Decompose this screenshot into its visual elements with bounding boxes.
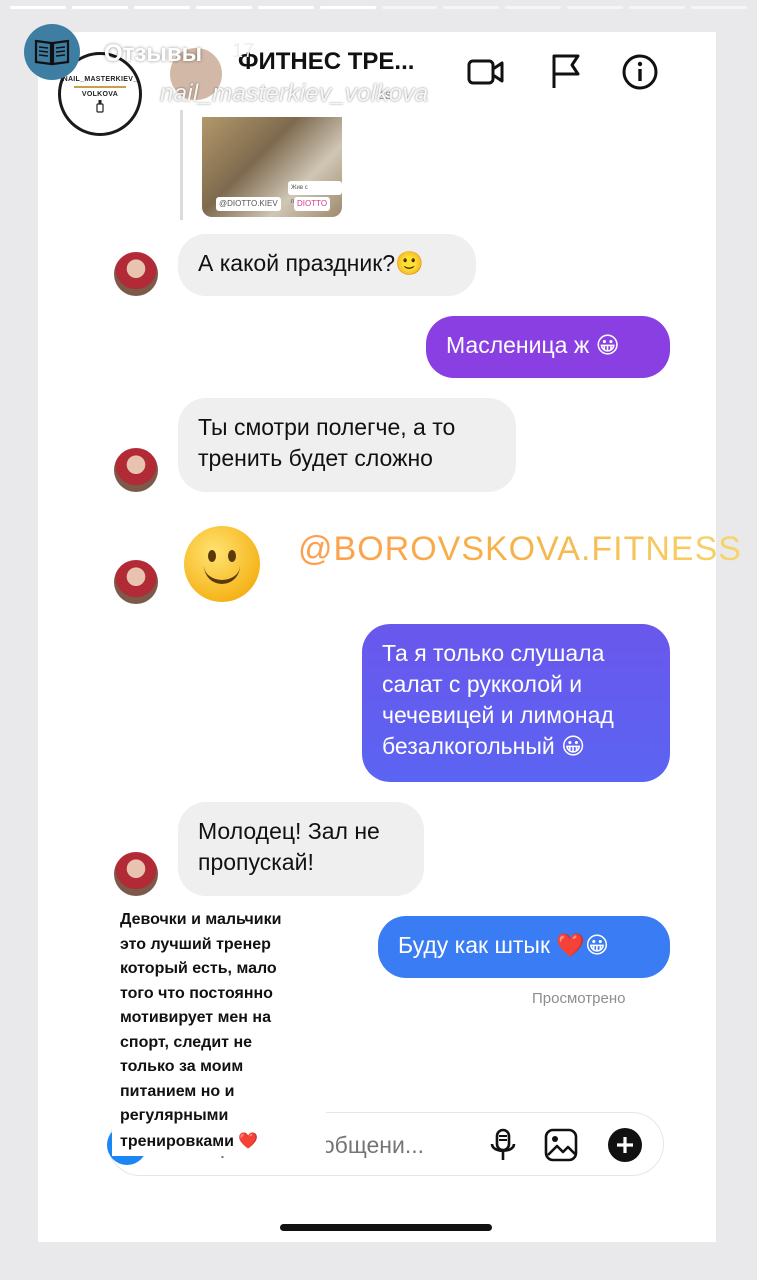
message-line: тренить будет сложно — [198, 445, 433, 471]
reply-bar — [180, 110, 183, 220]
message-text: Масленица ж — [446, 332, 590, 358]
heart-emoji-icon: ❤️ — [238, 1130, 259, 1150]
post-tag: @DIOTTO.KIEV — [216, 197, 281, 211]
message-bubble-incoming[interactable]: Ты смотри полегче, а то тренить будет сл… — [178, 398, 516, 492]
story-timestamp: 17 — [232, 40, 255, 62]
message-bubble-incoming[interactable]: Молодец! Зал не пропускай! — [178, 802, 424, 896]
progress-segment — [10, 6, 66, 9]
message-text: А какой праздник? — [198, 250, 396, 276]
brand-line-1: NAIL_MASTERKIEV_ — [62, 76, 138, 83]
plus-icon[interactable] — [607, 1127, 643, 1163]
message-line: безалкогольный — [382, 733, 555, 759]
overlay-line: Девочки и мальчики — [120, 911, 282, 928]
chat-title[interactable]: ФИТНЕС ТРЕ... — [238, 48, 414, 76]
video-camera-icon[interactable] — [466, 52, 506, 92]
review-overlay-text: Девочки и мальчики это лучший тренер кот… — [112, 906, 326, 1156]
smile-emoji-icon: 🙂 — [395, 251, 424, 277]
gallery-icon[interactable] — [543, 1127, 579, 1163]
message-bubble-incoming[interactable]: А какой праздник?🙂 — [178, 234, 476, 296]
message-line: пропускай! — [198, 849, 314, 875]
message-line: чечевицей и лимонад — [382, 702, 614, 728]
progress-segment — [71, 6, 128, 9]
progress-segment — [319, 6, 376, 9]
message-text: Буду как штык — [398, 932, 551, 958]
info-icon[interactable] — [620, 52, 660, 92]
overlay-line: который есть, мало — [120, 960, 277, 977]
contact-avatar[interactable] — [114, 852, 158, 896]
overlay-line: того что постоянно — [120, 984, 273, 1002]
overlay-line: тренировками — [120, 1132, 234, 1150]
post-tag: Жив с праздником — [288, 181, 342, 205]
grin-emoji-icon: 😀 — [561, 734, 586, 760]
message-bubble-outgoing[interactable]: Та я только слушала салат с рукколой и ч… — [362, 624, 670, 782]
message-bubble-outgoing[interactable]: Масленица ж 😀 — [426, 316, 670, 378]
story-username[interactable]: nail_masterkiev_volkova — [160, 80, 428, 108]
shared-story-preview[interactable]: @DIOTTO.KIEV Жив с праздником DIOTTO — [202, 117, 342, 217]
big-smile-emoji-icon[interactable] — [184, 526, 260, 602]
message-line: Молодец! Зал не — [198, 818, 380, 844]
progress-segment — [381, 6, 438, 9]
seen-status: Просмотрено — [532, 990, 626, 1007]
progress-segment — [567, 6, 624, 9]
flag-icon[interactable] — [546, 52, 586, 92]
progress-segment — [195, 6, 252, 9]
home-indicator[interactable] — [280, 1224, 492, 1231]
progress-segment — [133, 6, 190, 9]
contact-avatar[interactable] — [114, 560, 158, 604]
brand-line-2: VOLKOVA — [81, 91, 119, 98]
grin-emoji-icon: 😀 — [595, 333, 620, 359]
heart-grin-emoji-icon: ❤️😀 — [556, 933, 610, 959]
nail-polish-icon — [96, 100, 104, 113]
overlay-line: только за моим — [120, 1058, 244, 1075]
message-line: Та я только слушала — [382, 640, 605, 666]
overlay-line: питанием но и — [120, 1082, 235, 1100]
overlay-line: регулярными — [120, 1107, 229, 1124]
contact-avatar[interactable] — [114, 448, 158, 492]
watermark-handle: @BOROVSKOVA.FITNESS — [298, 530, 742, 568]
story-progress-bar — [10, 6, 748, 9]
progress-segment — [629, 6, 686, 9]
contact-avatar[interactable] — [114, 252, 158, 296]
story-book-logo-icon[interactable] — [24, 24, 80, 80]
progress-segment — [505, 6, 562, 9]
message-bubble-outgoing[interactable]: Буду как штык ❤️😀 — [378, 916, 670, 978]
overlay-line: спорт, следит не — [120, 1033, 253, 1051]
message-line: салат с рукколой и — [382, 671, 583, 697]
overlay-line: мотивирует мен на — [120, 1009, 271, 1026]
message-line: Ты смотри полегче, а то — [198, 414, 456, 440]
progress-segment — [691, 6, 748, 9]
progress-segment — [257, 6, 314, 9]
story-title[interactable]: Отзывы — [104, 40, 202, 68]
overlay-line: это лучший тренер — [120, 935, 271, 953]
microphone-icon[interactable] — [485, 1127, 521, 1163]
progress-segment — [443, 6, 500, 9]
post-tag: DIOTTO — [294, 197, 331, 211]
